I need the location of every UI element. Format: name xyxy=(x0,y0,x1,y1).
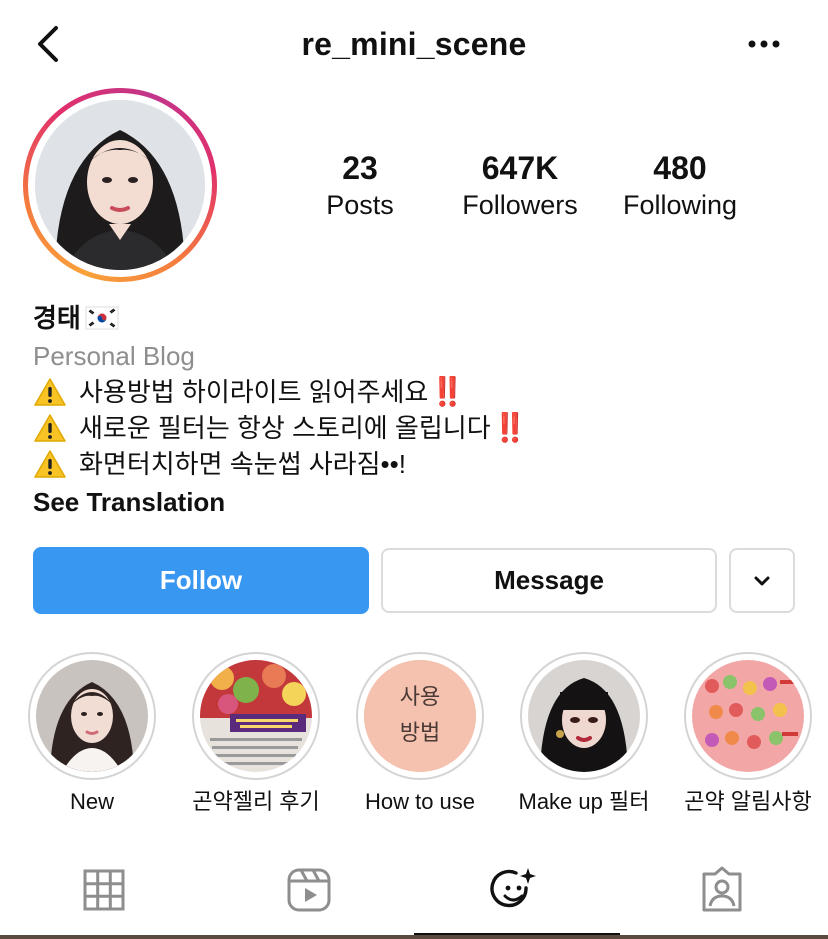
highlight-cover xyxy=(200,660,312,772)
highlight-label: Make up 필터 xyxy=(518,789,650,814)
stat-label: Posts xyxy=(326,190,394,220)
stat-following[interactable]: 480 Following xyxy=(600,150,760,222)
warning-icon xyxy=(34,450,66,478)
profile-category: Personal Blog xyxy=(33,341,195,371)
avatar-photo xyxy=(35,100,205,270)
highlight-how-to-use[interactable]: 사용 방법 How to use xyxy=(340,652,500,816)
tagged-icon[interactable] xyxy=(698,866,746,914)
highlight-label: 곤약젤리 후기 xyxy=(192,789,320,814)
see-translation-link[interactable]: See Translation xyxy=(33,484,803,520)
profile-stats: 23 Posts 647K Followers 480 Following xyxy=(280,150,760,230)
chevron-down-icon xyxy=(754,576,770,585)
highlight-ring xyxy=(192,652,320,780)
grid-preview-edge xyxy=(0,935,828,939)
highlight-review[interactable]: 곤약젤리 후기 xyxy=(176,652,336,816)
bio-line-text: 사용방법 하이라이트 읽어주세요 xyxy=(79,377,429,407)
profile-tab-bar xyxy=(0,850,828,930)
highlight-new[interactable]: New xyxy=(12,652,172,816)
double-exclamation-icon: ‼️ xyxy=(430,376,465,407)
highlight-label: 곤약 알림사항 xyxy=(684,789,812,814)
stat-followers[interactable]: 647K Followers xyxy=(440,150,600,222)
highlight-cover xyxy=(36,660,148,772)
highlight-ring xyxy=(520,652,648,780)
korea-flag-icon xyxy=(85,306,119,330)
bio-line: 새로운 필터는 항상 스토리에 올립니다 ‼️ xyxy=(33,410,803,446)
highlight-cover: 사용 방법 xyxy=(364,660,476,772)
stat-posts[interactable]: 23 Posts xyxy=(280,150,440,222)
display-name-text: 경태 xyxy=(33,303,81,333)
double-exclamation-icon: ‼️ xyxy=(492,412,528,443)
follow-button[interactable]: Follow xyxy=(33,547,369,614)
warning-icon xyxy=(34,414,66,442)
highlight-ring xyxy=(684,652,812,780)
highlight-makeup-filter[interactable]: Make up 필터 xyxy=(504,652,664,816)
bio-line-text: 새로운 필터는 항상 스토리에 올립니다 xyxy=(79,413,491,443)
profile-display-name: 경태 xyxy=(33,300,803,336)
highlight-cover-text: 방법 xyxy=(400,721,440,746)
stat-value: 647K xyxy=(481,150,559,186)
bio-line-text: 화면터치하면 속눈썹 사라짐••! xyxy=(79,449,406,479)
bio-line: 화면터치하면 속눈썹 사라짐••! xyxy=(33,446,803,482)
grid-icon[interactable] xyxy=(80,866,128,914)
warning-icon xyxy=(34,378,66,406)
profile-header: re_mini_scene xyxy=(0,0,828,90)
highlight-cover xyxy=(692,660,804,772)
highlight-cover xyxy=(528,660,640,772)
highlight-label: New xyxy=(69,789,114,814)
highlight-notice[interactable]: 곤약 알림사항 xyxy=(668,652,828,816)
highlight-label: How to use xyxy=(364,789,476,814)
message-button[interactable]: Message xyxy=(381,548,717,613)
stat-label: Following xyxy=(622,190,738,220)
highlight-cover-text: 사용 xyxy=(400,685,440,710)
highlight-ring: 사용 방법 xyxy=(356,652,484,780)
stat-value: 480 xyxy=(653,150,707,186)
stat-label: Followers xyxy=(462,190,578,220)
profile-avatar[interactable] xyxy=(23,88,217,282)
reels-icon[interactable] xyxy=(285,866,333,914)
effects-icon[interactable] xyxy=(490,866,538,914)
profile-bio: 경태 Personal Blog 사용방법 하이라이트 읽어주세요 ‼️ 새로운… xyxy=(33,300,803,520)
more-horizontal-icon[interactable] xyxy=(742,26,786,62)
profile-username: re_mini_scene xyxy=(301,26,527,62)
suggested-dropdown-button[interactable] xyxy=(729,548,795,613)
stat-value: 23 xyxy=(342,150,378,186)
bio-line: 사용방법 하이라이트 읽어주세요 ‼️ xyxy=(33,374,803,410)
highlight-ring xyxy=(28,652,156,780)
